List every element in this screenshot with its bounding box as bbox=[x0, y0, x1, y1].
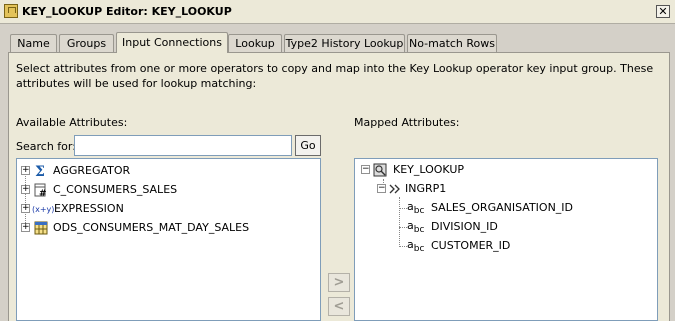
table-hash-icon: # bbox=[34, 183, 47, 197]
tab-groups[interactable]: Groups bbox=[59, 34, 114, 53]
expand-icon[interactable]: + bbox=[21, 204, 30, 213]
tree-item-c-consumers-sales[interactable]: + # C_CONSUMERS_SALES bbox=[19, 181, 309, 199]
go-button[interactable]: Go bbox=[295, 135, 321, 156]
tab-input-connections[interactable]: Input Connections bbox=[116, 32, 228, 53]
tree-item-label: ODS_CONSUMERS_MAT_DAY_SALES bbox=[53, 221, 250, 234]
expand-icon[interactable]: + bbox=[21, 166, 30, 175]
tree-attribute-customer-id[interactable]: abc CUSTOMER_ID bbox=[407, 237, 647, 255]
remove-mapping-button[interactable]: < bbox=[328, 297, 350, 316]
tree-root-label: KEY_LOOKUP bbox=[393, 163, 465, 176]
attribute-label: SALES_ORGANISATION_ID bbox=[431, 201, 574, 214]
window-title: KEY_LOOKUP Editor: KEY_LOOKUP bbox=[22, 5, 232, 18]
tree-item-label: AGGREGATOR bbox=[53, 164, 131, 177]
table-icon bbox=[34, 221, 48, 235]
tab-name[interactable]: Name bbox=[10, 34, 57, 53]
close-button[interactable]: ✕ bbox=[656, 5, 670, 18]
tab-no-match-rows[interactable]: No-match Rows bbox=[407, 34, 497, 53]
available-attributes-label: Available Attributes: bbox=[16, 116, 128, 129]
collapse-icon[interactable]: − bbox=[361, 165, 370, 174]
attribute-label: DIVISION_ID bbox=[431, 220, 498, 233]
tree-group-label: INGRP1 bbox=[405, 182, 447, 195]
svg-text:#: # bbox=[39, 189, 47, 197]
svg-text:(x+y): (x+y) bbox=[32, 205, 54, 214]
mapped-attributes-tree[interactable]: − KEY_LOOKUP − INGRP1 abc SALES_ORGANISA… bbox=[354, 158, 658, 321]
available-attributes-tree[interactable]: + Σ AGGREGATOR + # C_CONSUMERS_SALES + (… bbox=[16, 158, 321, 321]
add-mapping-button[interactable]: > bbox=[328, 273, 350, 292]
key-lookup-icon bbox=[373, 163, 387, 177]
tree-item-label: C_CONSUMERS_SALES bbox=[53, 183, 178, 196]
tree-item-aggregator[interactable]: + Σ AGGREGATOR bbox=[19, 162, 309, 180]
expression-icon: (x+y) bbox=[32, 205, 54, 214]
search-label: Search for: bbox=[16, 140, 76, 153]
expand-icon[interactable]: + bbox=[21, 185, 30, 194]
tree-group-ingrp1[interactable]: − INGRP1 bbox=[375, 180, 645, 198]
mapped-attributes-label: Mapped Attributes: bbox=[354, 116, 460, 129]
title-bar: KEY_LOOKUP Editor: KEY_LOOKUP ✕ bbox=[0, 0, 675, 24]
tree-item-label: EXPRESSION bbox=[54, 202, 124, 215]
collapse-icon[interactable]: − bbox=[377, 184, 386, 193]
tree-item-expression[interactable]: + (x+y) EXPRESSION bbox=[19, 200, 309, 218]
svg-text:Σ: Σ bbox=[35, 164, 45, 178]
sigma-icon: Σ bbox=[35, 164, 45, 178]
description-text: Select attributes from one or more opera… bbox=[16, 62, 654, 90]
expand-icon[interactable]: + bbox=[21, 223, 30, 232]
attribute-type-icon: abc bbox=[407, 238, 425, 255]
tab-lookup[interactable]: Lookup bbox=[228, 34, 282, 53]
input-group-icon bbox=[389, 184, 400, 194]
tree-attribute-division-id[interactable]: abc DIVISION_ID bbox=[407, 218, 647, 236]
app-icon bbox=[4, 4, 18, 18]
tree-item-ods-consumers-mat-day-sales[interactable]: + ODS_CONSUMERS_MAT_DAY_SALES bbox=[19, 219, 309, 237]
tab-type2-history-lookup[interactable]: Type2 History Lookup bbox=[284, 34, 405, 53]
tree-root-key-lookup[interactable]: − KEY_LOOKUP bbox=[359, 161, 649, 179]
attribute-label: CUSTOMER_ID bbox=[431, 239, 511, 252]
tree-attribute-sales-organisation-id[interactable]: abc SALES_ORGANISATION_ID bbox=[407, 199, 647, 217]
search-input[interactable] bbox=[74, 135, 292, 156]
